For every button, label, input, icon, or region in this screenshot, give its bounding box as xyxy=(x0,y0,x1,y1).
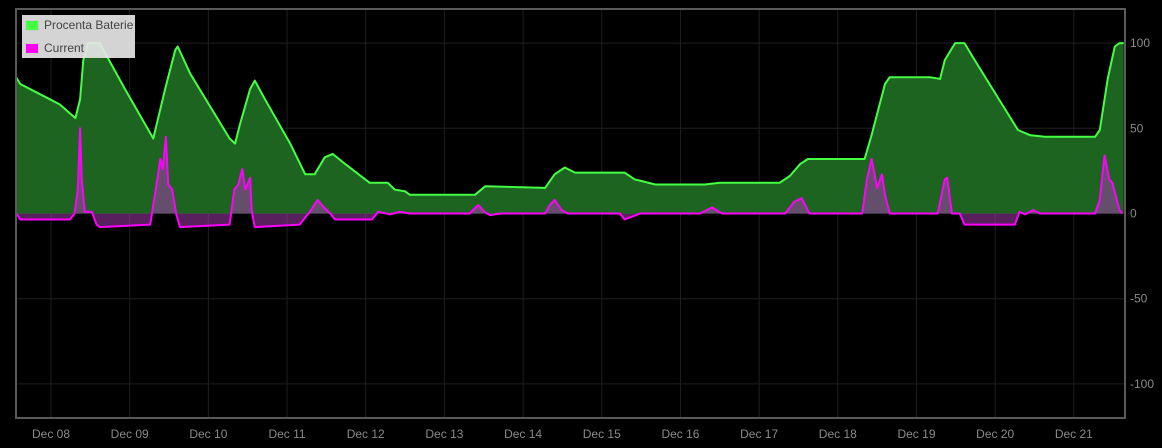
y-tick-label: 0 xyxy=(1130,207,1137,221)
x-tick-label: Dec 08 xyxy=(32,427,70,441)
x-tick-label: Dec 09 xyxy=(111,427,149,441)
legend-item-battery[interactable]: Procenta Baterie xyxy=(25,17,133,33)
legend-swatch xyxy=(25,19,39,31)
y-tick-label: 100 xyxy=(1130,36,1150,50)
x-axis: Dec 08 Dec 09 Dec 10 Dec 11 Dec 12 Dec 13 Dec … xyxy=(32,427,1093,441)
legend-item-current[interactable]: Current xyxy=(25,40,84,56)
x-tick-label: Dec 13 xyxy=(425,427,463,441)
legend-swatch xyxy=(25,42,39,54)
chart: Dec 08 Dec 09 Dec 10 Dec 11 Dec 12 Dec 13 Dec … xyxy=(15,8,1154,441)
y-tick-label: -100 xyxy=(1130,377,1154,391)
x-tick-label: Dec 15 xyxy=(583,427,621,441)
x-tick-label: Dec 19 xyxy=(897,427,935,441)
x-tick-label: Dec 16 xyxy=(661,427,699,441)
x-tick-label: Dec 20 xyxy=(976,427,1014,441)
x-tick-label: Dec 12 xyxy=(347,427,385,441)
y-tick-label: 50 xyxy=(1130,121,1144,135)
y-axis: 100 50 0 -50 -100 xyxy=(1130,36,1154,391)
x-tick-label: Dec 10 xyxy=(189,427,227,441)
x-tick-label: Dec 17 xyxy=(740,427,778,441)
legend: Procenta Baterie Current xyxy=(22,15,135,58)
x-tick-label: Dec 14 xyxy=(504,427,542,441)
legend-label: Procenta Baterie xyxy=(44,18,134,32)
x-tick-label: Dec 11 xyxy=(268,427,305,441)
x-tick-label: Dec 18 xyxy=(819,427,857,441)
y-tick-label: -50 xyxy=(1130,292,1148,306)
x-tick-label: Dec 21 xyxy=(1055,427,1093,441)
legend-label: Current xyxy=(44,41,85,55)
series-areas xyxy=(16,43,1124,228)
